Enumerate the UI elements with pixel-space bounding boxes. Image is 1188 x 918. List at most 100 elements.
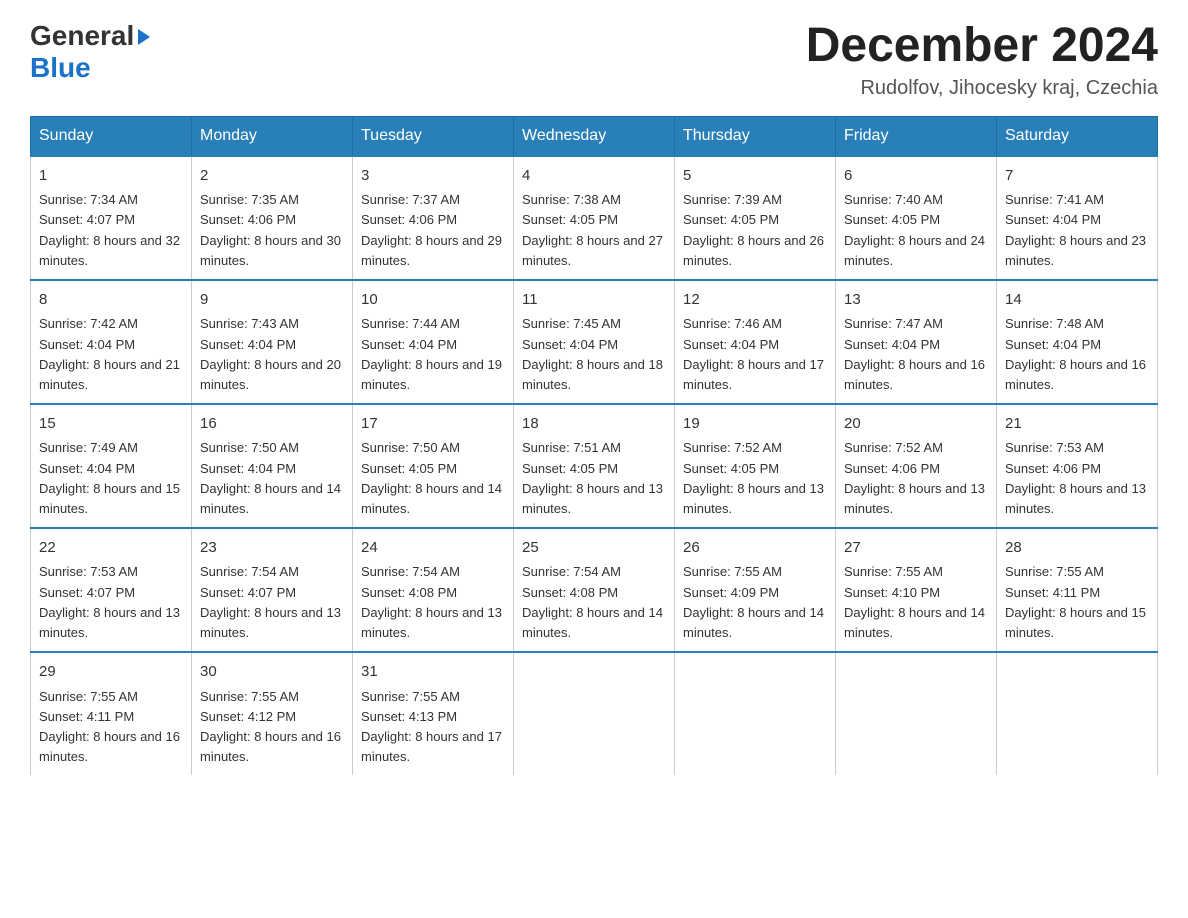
day-info: Sunrise: 7:53 AMSunset: 4:07 PMDaylight:… (39, 562, 183, 643)
calendar-cell: 22Sunrise: 7:53 AMSunset: 4:07 PMDayligh… (31, 528, 192, 652)
day-info: Sunrise: 7:44 AMSunset: 4:04 PMDaylight:… (361, 314, 505, 395)
calendar-cell: 10Sunrise: 7:44 AMSunset: 4:04 PMDayligh… (353, 280, 514, 404)
day-number: 30 (200, 661, 344, 684)
calendar-cell: 12Sunrise: 7:46 AMSunset: 4:04 PMDayligh… (675, 280, 836, 404)
day-info: Sunrise: 7:50 AMSunset: 4:04 PMDaylight:… (200, 438, 344, 519)
logo-blue-text: Blue (30, 52, 91, 84)
day-info: Sunrise: 7:39 AMSunset: 4:05 PMDaylight:… (683, 190, 827, 271)
calendar-cell: 16Sunrise: 7:50 AMSunset: 4:04 PMDayligh… (192, 404, 353, 528)
logo-general-text: General (30, 20, 134, 52)
day-info: Sunrise: 7:35 AMSunset: 4:06 PMDaylight:… (200, 190, 344, 271)
day-info: Sunrise: 7:40 AMSunset: 4:05 PMDaylight:… (844, 190, 988, 271)
day-number: 24 (361, 537, 505, 560)
month-title: December 2024 (806, 20, 1158, 73)
calendar-cell: 31Sunrise: 7:55 AMSunset: 4:13 PMDayligh… (353, 652, 514, 775)
day-info: Sunrise: 7:50 AMSunset: 4:05 PMDaylight:… (361, 438, 505, 519)
calendar-cell: 21Sunrise: 7:53 AMSunset: 4:06 PMDayligh… (997, 404, 1158, 528)
calendar-cell: 9Sunrise: 7:43 AMSunset: 4:04 PMDaylight… (192, 280, 353, 404)
day-info: Sunrise: 7:37 AMSunset: 4:06 PMDaylight:… (361, 190, 505, 271)
day-number: 18 (522, 413, 666, 436)
calendar-cell (997, 652, 1158, 775)
day-number: 21 (1005, 413, 1149, 436)
day-number: 1 (39, 165, 183, 188)
calendar-cell: 15Sunrise: 7:49 AMSunset: 4:04 PMDayligh… (31, 404, 192, 528)
calendar-table: SundayMondayTuesdayWednesdayThursdayFrid… (30, 116, 1158, 775)
calendar-cell: 29Sunrise: 7:55 AMSunset: 4:11 PMDayligh… (31, 652, 192, 775)
day-info: Sunrise: 7:55 AMSunset: 4:11 PMDaylight:… (1005, 562, 1149, 643)
day-number: 28 (1005, 537, 1149, 560)
day-info: Sunrise: 7:53 AMSunset: 4:06 PMDaylight:… (1005, 438, 1149, 519)
day-info: Sunrise: 7:46 AMSunset: 4:04 PMDaylight:… (683, 314, 827, 395)
calendar-cell: 8Sunrise: 7:42 AMSunset: 4:04 PMDaylight… (31, 280, 192, 404)
day-info: Sunrise: 7:49 AMSunset: 4:04 PMDaylight:… (39, 438, 183, 519)
page-header: General Blue December 2024 Rudolfov, Jih… (30, 20, 1158, 100)
col-header-monday: Monday (192, 116, 353, 156)
calendar-cell (675, 652, 836, 775)
calendar-cell: 14Sunrise: 7:48 AMSunset: 4:04 PMDayligh… (997, 280, 1158, 404)
calendar-cell: 7Sunrise: 7:41 AMSunset: 4:04 PMDaylight… (997, 156, 1158, 280)
day-number: 11 (522, 289, 666, 312)
day-info: Sunrise: 7:54 AMSunset: 4:07 PMDaylight:… (200, 562, 344, 643)
day-info: Sunrise: 7:43 AMSunset: 4:04 PMDaylight:… (200, 314, 344, 395)
col-header-tuesday: Tuesday (353, 116, 514, 156)
day-number: 4 (522, 165, 666, 188)
calendar-cell: 23Sunrise: 7:54 AMSunset: 4:07 PMDayligh… (192, 528, 353, 652)
calendar-cell: 26Sunrise: 7:55 AMSunset: 4:09 PMDayligh… (675, 528, 836, 652)
day-number: 26 (683, 537, 827, 560)
day-info: Sunrise: 7:55 AMSunset: 4:09 PMDaylight:… (683, 562, 827, 643)
calendar-cell: 11Sunrise: 7:45 AMSunset: 4:04 PMDayligh… (514, 280, 675, 404)
col-header-friday: Friday (836, 116, 997, 156)
col-header-wednesday: Wednesday (514, 116, 675, 156)
calendar-cell: 17Sunrise: 7:50 AMSunset: 4:05 PMDayligh… (353, 404, 514, 528)
col-header-thursday: Thursday (675, 116, 836, 156)
day-number: 7 (1005, 165, 1149, 188)
day-number: 16 (200, 413, 344, 436)
calendar-week-1: 1Sunrise: 7:34 AMSunset: 4:07 PMDaylight… (31, 156, 1158, 280)
calendar-header-row: SundayMondayTuesdayWednesdayThursdayFrid… (31, 116, 1158, 156)
calendar-cell: 25Sunrise: 7:54 AMSunset: 4:08 PMDayligh… (514, 528, 675, 652)
day-info: Sunrise: 7:47 AMSunset: 4:04 PMDaylight:… (844, 314, 988, 395)
calendar-cell: 4Sunrise: 7:38 AMSunset: 4:05 PMDaylight… (514, 156, 675, 280)
calendar-cell: 18Sunrise: 7:51 AMSunset: 4:05 PMDayligh… (514, 404, 675, 528)
day-info: Sunrise: 7:54 AMSunset: 4:08 PMDaylight:… (361, 562, 505, 643)
title-block: December 2024 Rudolfov, Jihocesky kraj, … (806, 20, 1158, 100)
calendar-cell: 5Sunrise: 7:39 AMSunset: 4:05 PMDaylight… (675, 156, 836, 280)
day-number: 31 (361, 661, 505, 684)
calendar-cell: 20Sunrise: 7:52 AMSunset: 4:06 PMDayligh… (836, 404, 997, 528)
day-info: Sunrise: 7:42 AMSunset: 4:04 PMDaylight:… (39, 314, 183, 395)
logo: General Blue (30, 20, 150, 84)
calendar-cell: 27Sunrise: 7:55 AMSunset: 4:10 PMDayligh… (836, 528, 997, 652)
calendar-week-3: 15Sunrise: 7:49 AMSunset: 4:04 PMDayligh… (31, 404, 1158, 528)
day-info: Sunrise: 7:45 AMSunset: 4:04 PMDaylight:… (522, 314, 666, 395)
day-info: Sunrise: 7:54 AMSunset: 4:08 PMDaylight:… (522, 562, 666, 643)
day-number: 5 (683, 165, 827, 188)
day-number: 10 (361, 289, 505, 312)
calendar-cell (836, 652, 997, 775)
day-info: Sunrise: 7:55 AMSunset: 4:10 PMDaylight:… (844, 562, 988, 643)
location-subtitle: Rudolfov, Jihocesky kraj, Czechia (806, 77, 1158, 100)
day-number: 14 (1005, 289, 1149, 312)
day-number: 27 (844, 537, 988, 560)
calendar-cell: 6Sunrise: 7:40 AMSunset: 4:05 PMDaylight… (836, 156, 997, 280)
day-number: 6 (844, 165, 988, 188)
day-number: 20 (844, 413, 988, 436)
day-info: Sunrise: 7:55 AMSunset: 4:12 PMDaylight:… (200, 687, 344, 768)
calendar-cell: 13Sunrise: 7:47 AMSunset: 4:04 PMDayligh… (836, 280, 997, 404)
day-number: 12 (683, 289, 827, 312)
calendar-week-5: 29Sunrise: 7:55 AMSunset: 4:11 PMDayligh… (31, 652, 1158, 775)
day-number: 3 (361, 165, 505, 188)
day-info: Sunrise: 7:52 AMSunset: 4:05 PMDaylight:… (683, 438, 827, 519)
calendar-cell: 3Sunrise: 7:37 AMSunset: 4:06 PMDaylight… (353, 156, 514, 280)
day-info: Sunrise: 7:38 AMSunset: 4:05 PMDaylight:… (522, 190, 666, 271)
logo-triangle-icon (138, 29, 150, 45)
day-number: 22 (39, 537, 183, 560)
day-number: 15 (39, 413, 183, 436)
day-number: 25 (522, 537, 666, 560)
day-info: Sunrise: 7:48 AMSunset: 4:04 PMDaylight:… (1005, 314, 1149, 395)
calendar-cell: 19Sunrise: 7:52 AMSunset: 4:05 PMDayligh… (675, 404, 836, 528)
calendar-cell (514, 652, 675, 775)
day-number: 2 (200, 165, 344, 188)
calendar-cell: 1Sunrise: 7:34 AMSunset: 4:07 PMDaylight… (31, 156, 192, 280)
calendar-cell: 30 Sunrise: 7:55 AMSunset: 4:12 PMDayligh… (192, 652, 353, 775)
calendar-cell: 28Sunrise: 7:55 AMSunset: 4:11 PMDayligh… (997, 528, 1158, 652)
